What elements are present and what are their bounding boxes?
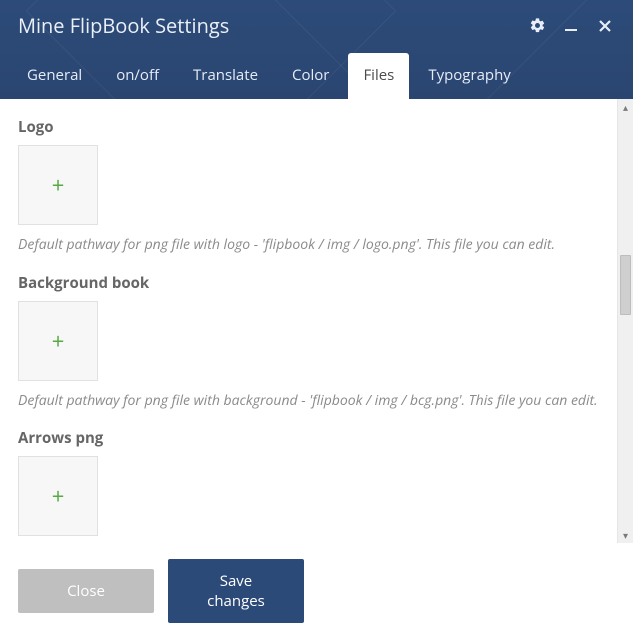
plus-icon: + (52, 485, 65, 507)
close-button[interactable]: Close (18, 569, 154, 613)
header: Mine FlipBook Settings General on/off Tr… (0, 0, 633, 99)
scroll-down-arrow-icon[interactable]: ▾ (618, 527, 633, 543)
scrollbar-track[interactable] (618, 115, 633, 527)
scrollbar[interactable]: ▴ ▾ (617, 99, 633, 543)
tab-on-off[interactable]: on/off (101, 53, 174, 99)
label-background: Background book (18, 273, 617, 293)
content-area: Logo + Default pathway for png file with… (0, 99, 633, 543)
label-arrows: Arrows png (18, 428, 617, 448)
upload-background[interactable]: + (18, 301, 98, 381)
settings-window: Mine FlipBook Settings General on/off Tr… (0, 0, 633, 643)
tabs: General on/off Translate Color Files Typ… (0, 43, 633, 99)
field-logo: Logo + Default pathway for png file with… (18, 117, 617, 255)
window-title: Mine FlipBook Settings (18, 12, 229, 39)
upload-arrows[interactable]: + (18, 456, 98, 536)
footer: Close Save changes (0, 543, 633, 643)
scroll-up-arrow-icon[interactable]: ▴ (618, 99, 633, 115)
label-logo: Logo (18, 117, 617, 137)
tab-typography[interactable]: Typography (413, 53, 525, 99)
save-button[interactable]: Save changes (168, 559, 304, 623)
tab-files[interactable]: Files (348, 53, 409, 99)
hint-background: Default pathway for png file with backgr… (18, 391, 617, 411)
hint-logo: Default pathway for png file with logo -… (18, 235, 617, 255)
plus-icon: + (52, 330, 65, 352)
upload-logo[interactable]: + (18, 145, 98, 225)
close-icon[interactable] (595, 16, 615, 36)
tab-color[interactable]: Color (277, 53, 344, 99)
field-arrows: Arrows png + Default pathway for png fil… (18, 428, 617, 543)
scrollbar-thumb[interactable] (620, 255, 631, 315)
minimize-button[interactable] (561, 16, 581, 36)
field-background: Background book + Default pathway for pn… (18, 273, 617, 411)
window-controls (527, 16, 615, 36)
tab-translate[interactable]: Translate (178, 53, 273, 99)
plus-icon: + (52, 174, 65, 196)
settings-icon[interactable] (527, 16, 547, 36)
content-scroll: Logo + Default pathway for png file with… (0, 99, 617, 543)
tab-general[interactable]: General (12, 53, 97, 99)
